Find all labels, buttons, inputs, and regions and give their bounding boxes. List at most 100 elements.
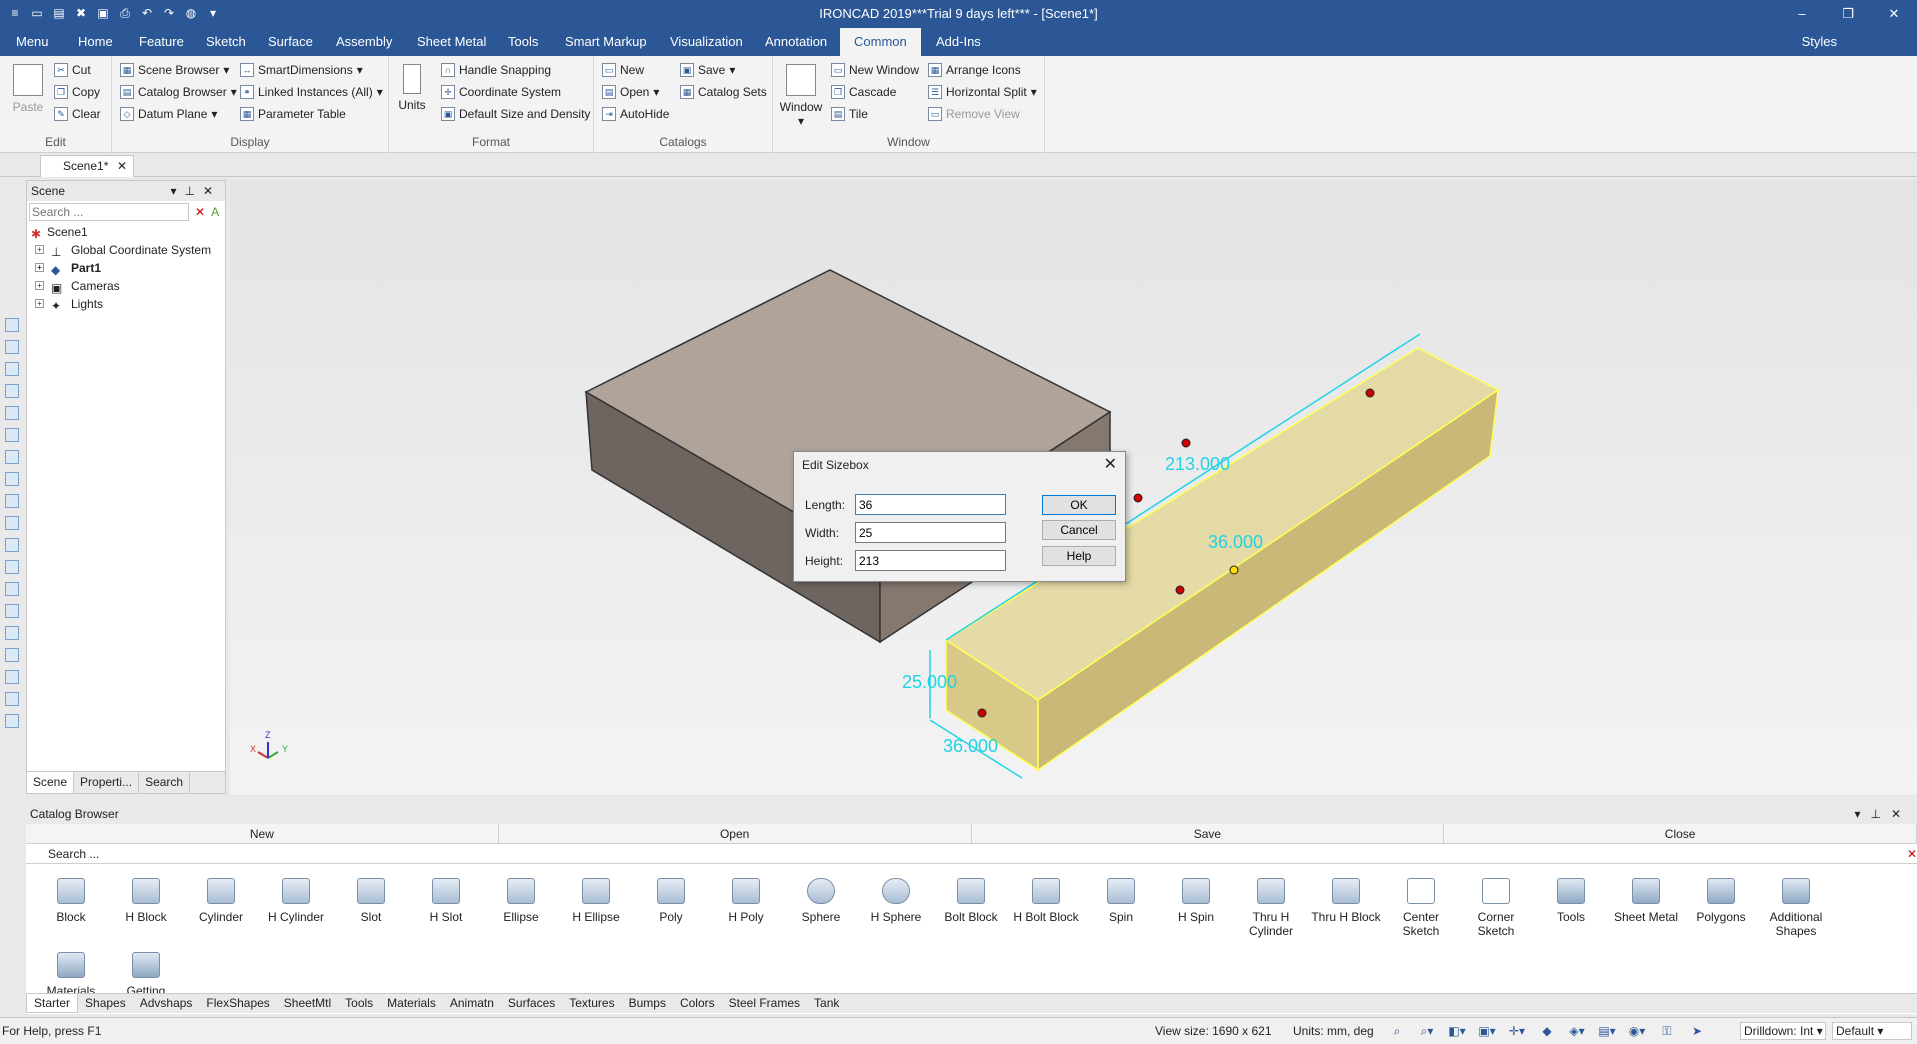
window-button[interactable]: Window ▾	[779, 64, 823, 128]
dropdown-icon[interactable]: ▾	[170, 184, 184, 198]
sizebox-handle[interactable]	[1181, 438, 1191, 448]
catalog-item-polygons[interactable]: Polygons	[1686, 878, 1756, 924]
height-field[interactable]	[855, 550, 1006, 571]
tab-home[interactable]: Home	[76, 28, 115, 56]
cancel-button[interactable]: Cancel	[1042, 520, 1116, 540]
catalog-item-h-block[interactable]: H Block	[111, 878, 181, 924]
tree-item-global-coordinate-system[interactable]: + ⊥ Global Coordinate System	[27, 241, 225, 259]
close-button[interactable]: ✕	[1871, 0, 1917, 28]
tool-icon[interactable]	[5, 582, 19, 596]
expand-icon[interactable]: +	[35, 263, 44, 272]
catalog-save-button[interactable]: Save	[972, 824, 1445, 843]
tool-icon[interactable]	[5, 648, 19, 662]
drilldown-select[interactable]: Drilldown: Int ▾	[1740, 1022, 1826, 1040]
catalog-item-center-sketch[interactable]: Center Sketch	[1386, 878, 1456, 938]
sizebox-handle[interactable]	[1229, 565, 1239, 575]
cascade-button[interactable]: ❐ Cascade	[831, 85, 896, 99]
scene-search-input[interactable]	[29, 203, 189, 221]
tool-icon[interactable]	[5, 692, 19, 706]
tool-icon[interactable]	[5, 670, 19, 684]
tab-surfaces[interactable]: Surfaces	[501, 994, 562, 1013]
shading-icon[interactable]: ◆	[1535, 1022, 1559, 1040]
tool-icon[interactable]	[5, 406, 19, 420]
tree-item-cameras[interactable]: + ▣ Cameras	[27, 277, 225, 295]
catalog-item-ellipse[interactable]: Ellipse	[486, 878, 556, 924]
tab-scene[interactable]: Scene	[27, 772, 75, 793]
tree-item-lights[interactable]: + ✦ Lights	[27, 295, 225, 313]
camera-icon[interactable]: ◉▾	[1625, 1022, 1649, 1040]
display-mode-icon[interactable]: ◈▾	[1565, 1022, 1589, 1040]
tool-icon[interactable]	[5, 626, 19, 640]
tab-steel-frames[interactable]: Steel Frames	[722, 994, 807, 1013]
tool-icon[interactable]	[5, 494, 19, 508]
remove-view-button[interactable]: ▭ Remove View	[928, 107, 1020, 121]
linked-instances-button[interactable]: ⚭ Linked Instances (All) ▾	[240, 85, 383, 99]
close-icon[interactable]: ✕	[1891, 807, 1911, 821]
new-window-button[interactable]: ▭ New Window	[831, 63, 919, 77]
tile-button[interactable]: ▤ Tile	[831, 107, 868, 121]
restore-button[interactable]: ❐	[1825, 0, 1871, 28]
scene-browser-button[interactable]: ▦ Scene Browser ▾	[120, 63, 229, 77]
tab-properties[interactable]: Properti...	[74, 772, 140, 793]
tab-annotation[interactable]: Annotation	[763, 28, 829, 56]
tree-item-scene1[interactable]: ✱ Scene1	[27, 223, 225, 241]
tab-assembly[interactable]: Assembly	[334, 28, 394, 56]
length-field[interactable]	[855, 494, 1006, 515]
autohide-button[interactable]: ⇥ AutoHide	[602, 107, 669, 121]
catalog-item-thru-h-cylinder[interactable]: Thru H Cylinder	[1236, 878, 1306, 938]
catalog-item-h-poly[interactable]: H Poly	[711, 878, 781, 924]
tab-visualization[interactable]: Visualization	[668, 28, 745, 56]
datum-plane-button[interactable]: ◇ Datum Plane ▾	[120, 107, 217, 121]
view-icon[interactable]: ◧▾	[1445, 1022, 1469, 1040]
default-size-density-button[interactable]: ▣ Default Size and Density	[441, 107, 590, 121]
orientation-icon[interactable]: ✛▾	[1505, 1022, 1529, 1040]
tool-icon[interactable]	[5, 362, 19, 376]
expand-icon[interactable]: +	[35, 299, 44, 308]
tree-item-part1[interactable]: + ◆ Part1	[27, 259, 225, 277]
lock-icon[interactable]: ⚿	[1655, 1022, 1679, 1040]
render-icon[interactable]: ▣▾	[1475, 1022, 1499, 1040]
catalog-item-corner-sketch[interactable]: Corner Sketch	[1461, 878, 1531, 938]
help-button[interactable]: Help	[1042, 546, 1116, 566]
tab-sketch[interactable]: Sketch	[204, 28, 248, 56]
tool-icon[interactable]	[5, 450, 19, 464]
tool-icon[interactable]	[5, 472, 19, 486]
tab-tank[interactable]: Tank	[807, 994, 846, 1013]
sizebox-handle[interactable]	[1365, 388, 1375, 398]
tab-flexshapes[interactable]: FlexShapes	[199, 994, 276, 1013]
dialog-close-icon[interactable]: ✕	[1104, 454, 1117, 474]
pin-icon[interactable]: ⊥	[184, 184, 202, 198]
close-icon[interactable]: ✕	[203, 184, 221, 198]
parameter-table-button[interactable]: ▦ Parameter Table	[240, 107, 346, 121]
dropdown-icon[interactable]: ▾	[1854, 807, 1870, 821]
tab-smart-markup[interactable]: Smart Markup	[563, 28, 649, 56]
tool-icon[interactable]	[5, 318, 19, 332]
close-tab-icon[interactable]: ✕	[117, 156, 127, 176]
search-filter-icon[interactable]: A	[211, 205, 219, 219]
tab-materials[interactable]: Materials	[380, 994, 443, 1013]
tab-bumps[interactable]: Bumps	[622, 994, 673, 1013]
sizebox-handle[interactable]	[1175, 585, 1185, 595]
tool-icon[interactable]	[5, 428, 19, 442]
catalog-item-h-cylinder[interactable]: H Cylinder	[261, 878, 331, 924]
catalog-item-h-sphere[interactable]: H Sphere	[861, 878, 931, 924]
catalog-browser-button[interactable]: ▤ Catalog Browser ▾	[120, 85, 237, 99]
ok-button[interactable]: OK	[1042, 495, 1116, 515]
expand-icon[interactable]: +	[35, 245, 44, 254]
tab-tools[interactable]: Tools	[506, 28, 540, 56]
arrange-icons-button[interactable]: ▦ Arrange Icons	[928, 63, 1021, 77]
width-dimension-label[interactable]: 36.000	[1208, 532, 1263, 552]
tab-tools[interactable]: Tools	[338, 994, 380, 1013]
tab-shapes[interactable]: Shapes	[78, 994, 133, 1013]
select-pointer-icon[interactable]: ➤	[1685, 1022, 1709, 1040]
catalog-item-cylinder[interactable]: Cylinder	[186, 878, 256, 924]
catalog-item-materials[interactable]: Materials	[36, 952, 106, 998]
copy-button[interactable]: ❐ Copy	[54, 85, 100, 99]
sizebox-handle[interactable]	[977, 708, 987, 718]
catalog-new-button[interactable]: ▭ New	[602, 63, 644, 77]
cut-button[interactable]: ✂ Cut	[54, 63, 91, 77]
tab-starter[interactable]: Starter	[26, 994, 79, 1013]
length-dimension-label[interactable]: 36.000	[943, 736, 998, 756]
tab-search[interactable]: Search	[139, 772, 191, 793]
catalog-item-slot[interactable]: Slot	[336, 878, 406, 924]
